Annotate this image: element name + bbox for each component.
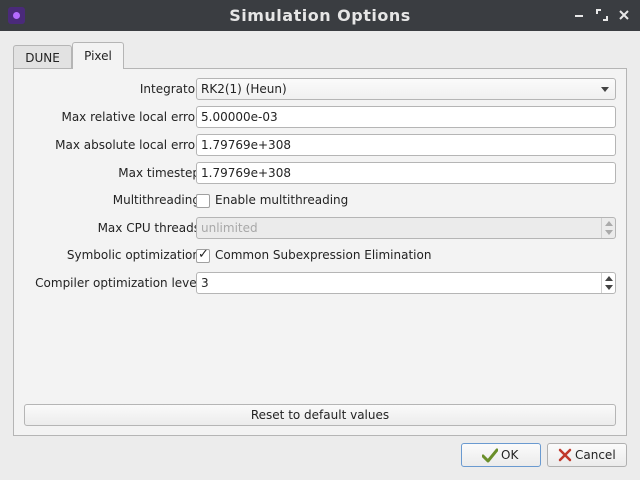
maximize-icon [596,9,608,21]
reset-defaults-button[interactable]: Reset to default values [24,404,616,426]
max-abs-error-row: Max absolute local error 1.79769e+308 [14,134,626,158]
max-rel-error-input[interactable]: 5.00000e-03 [196,106,616,128]
spin-arrows-icon [601,218,615,238]
max-cpu-threads-spinbox: unlimited [196,217,616,239]
max-rel-error-label: Max relative local error [61,110,200,124]
chevron-down-icon [601,87,609,92]
symbolic-opt-label: Symbolic optimization [66,248,200,262]
ok-check-icon [482,448,498,463]
ok-button-label: OK [501,448,519,462]
max-rel-error-row: Max relative local error 5.00000e-03 [14,106,626,130]
max-cpu-threads-value: unlimited [201,221,258,235]
max-cpu-threads-label: Max CPU threads [97,221,200,235]
compiler-opt-label: Compiler optimization level [35,276,200,290]
symbolic-opt-row: Symbolic optimization ✓ Common Subexpres… [14,244,626,268]
cancel-x-icon [558,448,572,462]
cse-checkbox[interactable]: ✓ [196,247,210,263]
integrator-row: Integrator RK2(1) (Heun) [14,78,626,102]
close-icon [619,10,629,20]
checkmark-icon: ✓ [198,247,209,262]
maximize-button[interactable] [595,8,609,22]
pixel-options-panel: Integrator RK2(1) (Heun) Max relative lo… [13,68,627,436]
max-cpu-threads-row: Max CPU threads unlimited [14,217,626,241]
max-timestep-input[interactable]: 1.79769e+308 [196,162,616,184]
multithreading-row: Multithreading Enable multithreading [14,189,626,213]
integrator-select[interactable]: RK2(1) (Heun) [196,78,616,100]
title-bar: Simulation Options [0,0,640,31]
multithreading-checkbox-label[interactable]: Enable multithreading [215,193,348,207]
ok-button[interactable]: OK [461,443,541,467]
integrator-value: RK2(1) (Heun) [201,82,287,96]
compiler-opt-spinbox[interactable]: 3 [196,272,616,294]
spin-arrows-icon[interactable] [601,273,615,293]
multithreading-label: Multithreading [112,193,200,207]
cse-checkbox-label[interactable]: Common Subexpression Elimination [215,248,431,262]
tab-pixel[interactable]: Pixel [72,42,124,69]
cancel-button[interactable]: Cancel [547,443,627,467]
minimize-button[interactable] [572,8,586,22]
max-timestep-row: Max timestep 1.79769e+308 [14,162,626,186]
window-title: Simulation Options [229,6,411,25]
compiler-opt-value: 3 [201,276,209,290]
tab-dune[interactable]: DUNE [13,45,72,69]
close-button[interactable] [617,8,631,22]
cancel-button-label: Cancel [575,448,616,462]
multithreading-checkbox[interactable] [196,194,210,208]
compiler-opt-row: Compiler optimization level 3 [14,272,626,296]
max-abs-error-label: Max absolute local error [55,138,200,152]
max-abs-error-input[interactable]: 1.79769e+308 [196,134,616,156]
integrator-label: Integrator [139,82,200,96]
max-timestep-label: Max timestep [118,166,200,180]
